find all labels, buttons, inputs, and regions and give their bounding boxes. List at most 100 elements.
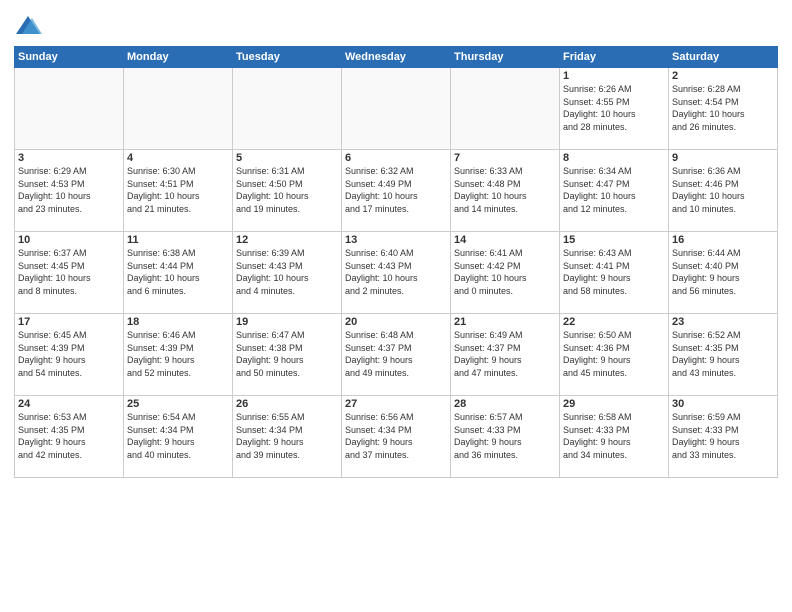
- day-info: Sunrise: 6:26 AM Sunset: 4:55 PM Dayligh…: [563, 83, 665, 133]
- day-number: 1: [563, 70, 665, 82]
- day-number: 21: [454, 316, 556, 328]
- logo-icon: [14, 14, 42, 38]
- day-number: 27: [345, 398, 447, 410]
- day-cell: 20Sunrise: 6:48 AM Sunset: 4:37 PM Dayli…: [342, 314, 451, 396]
- day-cell: [124, 68, 233, 150]
- day-cell: 7Sunrise: 6:33 AM Sunset: 4:48 PM Daylig…: [451, 150, 560, 232]
- day-number: 22: [563, 316, 665, 328]
- day-number: 6: [345, 152, 447, 164]
- day-info: Sunrise: 6:49 AM Sunset: 4:37 PM Dayligh…: [454, 329, 556, 379]
- day-cell: 2Sunrise: 6:28 AM Sunset: 4:54 PM Daylig…: [669, 68, 778, 150]
- day-cell: 9Sunrise: 6:36 AM Sunset: 4:46 PM Daylig…: [669, 150, 778, 232]
- day-number: 24: [18, 398, 120, 410]
- col-header-tuesday: Tuesday: [233, 47, 342, 68]
- day-info: Sunrise: 6:41 AM Sunset: 4:42 PM Dayligh…: [454, 247, 556, 297]
- col-header-saturday: Saturday: [669, 47, 778, 68]
- day-cell: 22Sunrise: 6:50 AM Sunset: 4:36 PM Dayli…: [560, 314, 669, 396]
- day-info: Sunrise: 6:37 AM Sunset: 4:45 PM Dayligh…: [18, 247, 120, 297]
- day-number: 26: [236, 398, 338, 410]
- day-number: 3: [18, 152, 120, 164]
- header: [14, 10, 778, 38]
- day-info: Sunrise: 6:43 AM Sunset: 4:41 PM Dayligh…: [563, 247, 665, 297]
- day-cell: 23Sunrise: 6:52 AM Sunset: 4:35 PM Dayli…: [669, 314, 778, 396]
- day-cell: 10Sunrise: 6:37 AM Sunset: 4:45 PM Dayli…: [15, 232, 124, 314]
- day-info: Sunrise: 6:50 AM Sunset: 4:36 PM Dayligh…: [563, 329, 665, 379]
- day-number: 23: [672, 316, 774, 328]
- day-info: Sunrise: 6:39 AM Sunset: 4:43 PM Dayligh…: [236, 247, 338, 297]
- day-number: 25: [127, 398, 229, 410]
- day-cell: 5Sunrise: 6:31 AM Sunset: 4:50 PM Daylig…: [233, 150, 342, 232]
- day-info: Sunrise: 6:31 AM Sunset: 4:50 PM Dayligh…: [236, 165, 338, 215]
- day-number: 15: [563, 234, 665, 246]
- day-number: 2: [672, 70, 774, 82]
- day-info: Sunrise: 6:59 AM Sunset: 4:33 PM Dayligh…: [672, 411, 774, 461]
- day-cell: 26Sunrise: 6:55 AM Sunset: 4:34 PM Dayli…: [233, 396, 342, 478]
- day-info: Sunrise: 6:52 AM Sunset: 4:35 PM Dayligh…: [672, 329, 774, 379]
- day-info: Sunrise: 6:56 AM Sunset: 4:34 PM Dayligh…: [345, 411, 447, 461]
- week-row-0: 1Sunrise: 6:26 AM Sunset: 4:55 PM Daylig…: [15, 68, 778, 150]
- day-info: Sunrise: 6:36 AM Sunset: 4:46 PM Dayligh…: [672, 165, 774, 215]
- day-cell: [342, 68, 451, 150]
- day-info: Sunrise: 6:57 AM Sunset: 4:33 PM Dayligh…: [454, 411, 556, 461]
- day-number: 5: [236, 152, 338, 164]
- day-info: Sunrise: 6:45 AM Sunset: 4:39 PM Dayligh…: [18, 329, 120, 379]
- day-cell: 4Sunrise: 6:30 AM Sunset: 4:51 PM Daylig…: [124, 150, 233, 232]
- day-cell: 21Sunrise: 6:49 AM Sunset: 4:37 PM Dayli…: [451, 314, 560, 396]
- page: SundayMondayTuesdayWednesdayThursdayFrid…: [0, 0, 792, 612]
- day-cell: 30Sunrise: 6:59 AM Sunset: 4:33 PM Dayli…: [669, 396, 778, 478]
- logo: [14, 14, 44, 38]
- header-row: SundayMondayTuesdayWednesdayThursdayFrid…: [15, 47, 778, 68]
- day-number: 7: [454, 152, 556, 164]
- day-number: 13: [345, 234, 447, 246]
- day-cell: 28Sunrise: 6:57 AM Sunset: 4:33 PM Dayli…: [451, 396, 560, 478]
- day-info: Sunrise: 6:40 AM Sunset: 4:43 PM Dayligh…: [345, 247, 447, 297]
- day-cell: 13Sunrise: 6:40 AM Sunset: 4:43 PM Dayli…: [342, 232, 451, 314]
- day-cell: 11Sunrise: 6:38 AM Sunset: 4:44 PM Dayli…: [124, 232, 233, 314]
- day-info: Sunrise: 6:55 AM Sunset: 4:34 PM Dayligh…: [236, 411, 338, 461]
- week-row-4: 24Sunrise: 6:53 AM Sunset: 4:35 PM Dayli…: [15, 396, 778, 478]
- week-row-1: 3Sunrise: 6:29 AM Sunset: 4:53 PM Daylig…: [15, 150, 778, 232]
- day-info: Sunrise: 6:44 AM Sunset: 4:40 PM Dayligh…: [672, 247, 774, 297]
- day-info: Sunrise: 6:54 AM Sunset: 4:34 PM Dayligh…: [127, 411, 229, 461]
- day-number: 29: [563, 398, 665, 410]
- day-number: 30: [672, 398, 774, 410]
- day-number: 9: [672, 152, 774, 164]
- day-number: 16: [672, 234, 774, 246]
- col-header-monday: Monday: [124, 47, 233, 68]
- day-cell: 1Sunrise: 6:26 AM Sunset: 4:55 PM Daylig…: [560, 68, 669, 150]
- day-info: Sunrise: 6:32 AM Sunset: 4:49 PM Dayligh…: [345, 165, 447, 215]
- day-cell: [233, 68, 342, 150]
- day-info: Sunrise: 6:48 AM Sunset: 4:37 PM Dayligh…: [345, 329, 447, 379]
- day-number: 17: [18, 316, 120, 328]
- day-cell: 6Sunrise: 6:32 AM Sunset: 4:49 PM Daylig…: [342, 150, 451, 232]
- day-cell: 3Sunrise: 6:29 AM Sunset: 4:53 PM Daylig…: [15, 150, 124, 232]
- day-info: Sunrise: 6:29 AM Sunset: 4:53 PM Dayligh…: [18, 165, 120, 215]
- day-info: Sunrise: 6:46 AM Sunset: 4:39 PM Dayligh…: [127, 329, 229, 379]
- day-cell: 25Sunrise: 6:54 AM Sunset: 4:34 PM Dayli…: [124, 396, 233, 478]
- col-header-friday: Friday: [560, 47, 669, 68]
- day-cell: 8Sunrise: 6:34 AM Sunset: 4:47 PM Daylig…: [560, 150, 669, 232]
- day-info: Sunrise: 6:28 AM Sunset: 4:54 PM Dayligh…: [672, 83, 774, 133]
- day-number: 19: [236, 316, 338, 328]
- col-header-wednesday: Wednesday: [342, 47, 451, 68]
- day-info: Sunrise: 6:33 AM Sunset: 4:48 PM Dayligh…: [454, 165, 556, 215]
- day-number: 12: [236, 234, 338, 246]
- day-info: Sunrise: 6:53 AM Sunset: 4:35 PM Dayligh…: [18, 411, 120, 461]
- day-cell: [451, 68, 560, 150]
- day-number: 10: [18, 234, 120, 246]
- day-cell: 24Sunrise: 6:53 AM Sunset: 4:35 PM Dayli…: [15, 396, 124, 478]
- col-header-sunday: Sunday: [15, 47, 124, 68]
- col-header-thursday: Thursday: [451, 47, 560, 68]
- day-cell: 12Sunrise: 6:39 AM Sunset: 4:43 PM Dayli…: [233, 232, 342, 314]
- day-number: 8: [563, 152, 665, 164]
- day-number: 11: [127, 234, 229, 246]
- day-cell: 27Sunrise: 6:56 AM Sunset: 4:34 PM Dayli…: [342, 396, 451, 478]
- day-number: 14: [454, 234, 556, 246]
- day-info: Sunrise: 6:58 AM Sunset: 4:33 PM Dayligh…: [563, 411, 665, 461]
- day-number: 18: [127, 316, 229, 328]
- day-cell: 14Sunrise: 6:41 AM Sunset: 4:42 PM Dayli…: [451, 232, 560, 314]
- day-info: Sunrise: 6:47 AM Sunset: 4:38 PM Dayligh…: [236, 329, 338, 379]
- day-number: 20: [345, 316, 447, 328]
- day-number: 4: [127, 152, 229, 164]
- day-cell: 15Sunrise: 6:43 AM Sunset: 4:41 PM Dayli…: [560, 232, 669, 314]
